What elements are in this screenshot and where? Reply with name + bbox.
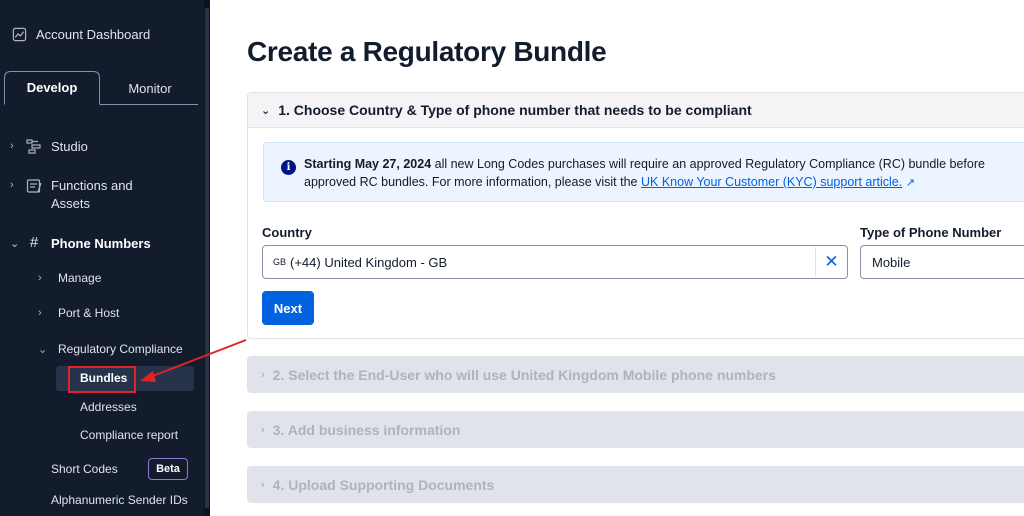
account-dashboard-link[interactable]: Account Dashboard <box>12 27 150 42</box>
sidebar-scrollbar-thumb[interactable] <box>205 8 209 508</box>
bundles-highlight-box <box>68 366 136 393</box>
sidebar-item-compliance-report[interactable]: Compliance report <box>80 428 178 442</box>
sidebar: Account Dashboard Develop Monitor › Stud… <box>0 0 210 516</box>
chevron-down-icon: ⌄ <box>38 343 48 356</box>
main-content: Create a Regulatory Bundle ⌄ 1. Choose C… <box>210 0 1024 516</box>
chevron-right-icon: › <box>261 368 265 381</box>
chevron-right-icon: › <box>38 307 42 319</box>
info-text-2: approved RC bundles. For more informatio… <box>304 175 641 189</box>
sidebar-item-addresses[interactable]: Addresses <box>80 400 137 414</box>
info-text: Starting May 27, 2024 all new Long Codes… <box>304 155 1024 192</box>
sidebar-tabs: Develop Monitor <box>4 71 198 106</box>
country-code: GB <box>273 257 287 267</box>
step-3-header[interactable]: › 3. Add business information <box>247 411 1024 448</box>
tab-monitor[interactable]: Monitor <box>102 71 198 105</box>
info-icon: i <box>281 160 296 175</box>
step-1-title: 1. Choose Country & Type of phone number… <box>278 102 752 118</box>
functions-icon <box>26 179 42 193</box>
chevron-right-icon: › <box>10 140 14 152</box>
sidebar-item-studio[interactable]: › Studio <box>10 138 88 154</box>
next-button[interactable]: Next <box>262 291 314 325</box>
external-link-icon: ↗ <box>905 177 915 189</box>
studio-icon <box>26 139 41 154</box>
sidebar-sub-label: Short Codes <box>51 462 118 476</box>
info-text-1: all new Long Codes purchases will requir… <box>431 157 985 171</box>
info-banner: i Starting May 27, 2024 all new Long Cod… <box>263 142 1024 202</box>
phone-type-select[interactable]: Mobile <box>860 245 1024 279</box>
chevron-right-icon: › <box>10 179 14 191</box>
sidebar-item-label: Phone Numbers <box>51 235 151 251</box>
sidebar-sub-label: Compliance report <box>80 428 179 442</box>
sidebar-item-functions[interactable]: › Functions and Assets <box>10 177 133 213</box>
sidebar-item-manage[interactable]: › Manage <box>38 271 101 285</box>
chevron-right-icon: › <box>261 423 265 436</box>
step-1-header[interactable]: ⌄ 1. Choose Country & Type of phone numb… <box>248 93 1024 128</box>
beta-badge: Beta <box>148 458 188 480</box>
step-3-title: 3. Add business information <box>272 421 461 438</box>
step-2-header[interactable]: › 2. Select the End-User who will use Un… <box>247 356 1024 393</box>
chevron-right-icon: › <box>261 478 265 491</box>
sidebar-sub-label: Regulatory Compliance <box>58 342 183 356</box>
functions-line-1: Functions and <box>51 178 133 193</box>
chevron-right-icon: › <box>38 272 42 284</box>
functions-line-2: Assets <box>51 196 91 211</box>
info-date: Starting May 27, 2024 <box>304 157 432 171</box>
kyc-article-link[interactable]: UK Know Your Customer (KYC) support arti… <box>641 175 902 189</box>
sidebar-item-alphanumeric[interactable]: Alphanumeric Sender IDs <box>51 493 188 507</box>
sidebar-sub-label: Port & Host <box>58 306 120 320</box>
country-combobox[interactable]: GB (+44) United Kingdom - GB ✕ <box>262 245 848 279</box>
step-4-title: 4. Upload Supporting Documents <box>272 476 495 493</box>
sidebar-item-port-host[interactable]: › Port & Host <box>38 306 119 320</box>
tab-develop[interactable]: Develop <box>4 71 100 106</box>
step-2-title: 2. Select the End-User who will use Unit… <box>272 366 776 383</box>
sidebar-item-label: Functions and Assets <box>51 177 133 213</box>
country-label: Country <box>262 225 312 240</box>
page-title: Create a Regulatory Bundle <box>247 36 607 67</box>
sidebar-item-phone-numbers[interactable]: ⌄ # Phone Numbers <box>10 235 151 251</box>
sidebar-sub-label: Alphanumeric Sender IDs <box>51 493 188 507</box>
phone-type-label: Type of Phone Number <box>860 225 1002 240</box>
chevron-down-icon: ⌄ <box>10 237 20 250</box>
close-icon: ✕ <box>824 252 839 271</box>
sidebar-item-regulatory-compliance[interactable]: ⌄ Regulatory Compliance <box>38 342 183 356</box>
phone-type-value: Mobile <box>872 254 911 270</box>
country-value: (+44) United Kingdom - GB <box>290 254 448 270</box>
step-4-header[interactable]: › 4. Upload Supporting Documents <box>247 466 1024 503</box>
clear-country-button[interactable]: ✕ <box>815 247 847 277</box>
chevron-down-icon: ⌄ <box>261 104 271 117</box>
chart-icon <box>12 27 27 42</box>
step-1-panel: ⌄ 1. Choose Country & Type of phone numb… <box>247 92 1024 339</box>
account-dashboard-label: Account Dashboard <box>36 27 151 42</box>
sidebar-sub-label: Addresses <box>80 400 137 414</box>
sidebar-item-short-codes[interactable]: Short Codes <box>51 462 118 476</box>
sidebar-sub-label: Manage <box>58 271 102 285</box>
hash-icon: # <box>29 234 39 251</box>
sidebar-item-label: Studio <box>51 138 88 154</box>
